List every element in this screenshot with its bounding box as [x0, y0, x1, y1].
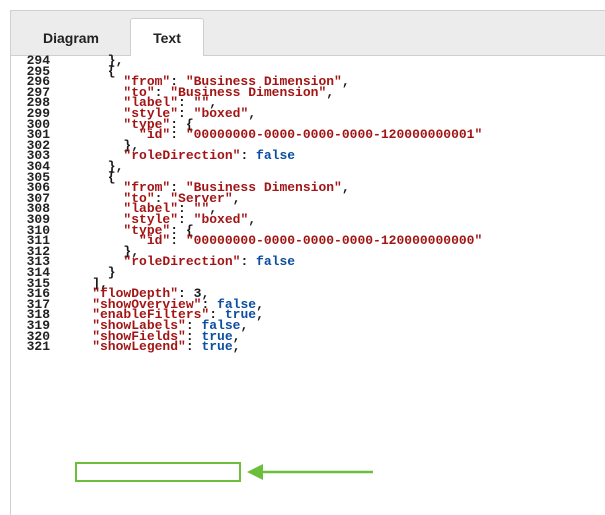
highlight-box: [75, 462, 241, 482]
code-editor[interactable]: 294 }, 295 {296 "from": "Business Dimensi…: [11, 54, 605, 515]
code-token: "showLegend": [61, 339, 186, 355]
tab-diagram[interactable]: Diagram: [17, 20, 125, 55]
code-token: ,: [232, 339, 241, 355]
code-line: 321 "showLegend": true,: [11, 339, 601, 355]
code-token: true: [201, 339, 233, 355]
line-number: 321: [26, 339, 50, 355]
code-text: "showLegend": true,: [61, 339, 241, 355]
arrow-left-icon: [247, 464, 373, 480]
tab-text[interactable]: Text: [130, 18, 204, 56]
tab-bar: Diagram Text: [11, 11, 605, 56]
editor-window: Diagram Text 294 }, 295 {296 "from": "Bus…: [10, 10, 605, 515]
code-token: :: [185, 339, 202, 355]
